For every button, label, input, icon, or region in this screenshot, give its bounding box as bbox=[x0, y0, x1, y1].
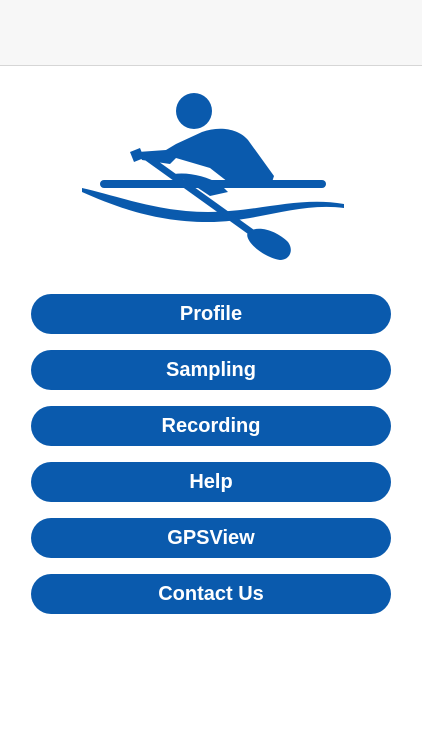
contact-us-button[interactable]: Contact Us bbox=[31, 574, 391, 614]
main-menu: Profile Sampling Recording Help GPSView … bbox=[31, 294, 391, 630]
profile-button[interactable]: Profile bbox=[31, 294, 391, 334]
rower-icon bbox=[82, 93, 344, 260]
help-button[interactable]: Help bbox=[31, 462, 391, 502]
sampling-button[interactable]: Sampling bbox=[31, 350, 391, 390]
gpsview-button[interactable]: GPSView bbox=[31, 518, 391, 558]
navigation-bar bbox=[0, 0, 422, 66]
recording-button[interactable]: Recording bbox=[31, 406, 391, 446]
